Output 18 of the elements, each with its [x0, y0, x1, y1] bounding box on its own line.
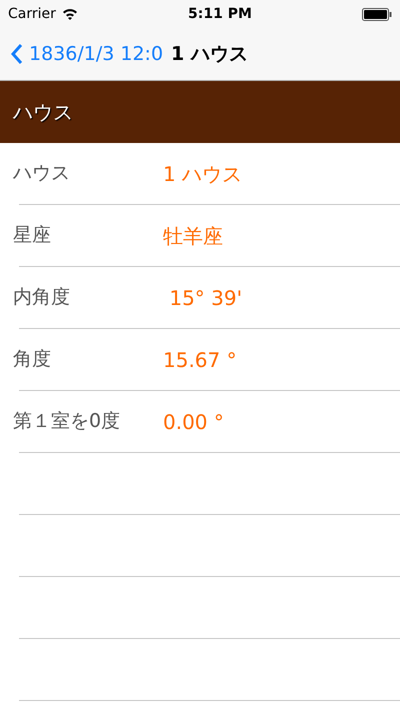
section-header: ハウス	[0, 81, 400, 143]
row-label: ハウス	[13, 161, 71, 186]
battery-icon	[362, 8, 392, 20]
row-value: 1 ハウス	[163, 160, 242, 188]
row-label: 第１室を0度	[13, 409, 122, 434]
row-label: 角度	[13, 347, 52, 372]
row-label: 内角度	[13, 285, 71, 310]
page-title: 1 ハウス	[171, 42, 248, 67]
row-value: 牡羊座	[163, 222, 223, 250]
carrier-label: Carrier	[8, 4, 56, 24]
row-value: 0.00 °	[163, 408, 224, 436]
row-value: 15.67 °	[163, 346, 237, 374]
row-value: 15° 39'	[168, 284, 242, 312]
back-button[interactable]: 1836/1/3 12:0	[10, 40, 164, 68]
wifi-icon	[62, 8, 78, 20]
row-label: 星座	[13, 223, 52, 248]
chevron-left-icon	[10, 43, 23, 65]
clock-label: 5:11 PM	[188, 4, 252, 24]
